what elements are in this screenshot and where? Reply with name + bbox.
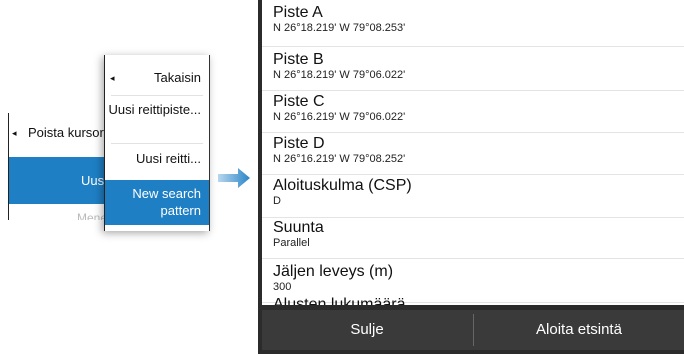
button-bar: Sulje Aloita etsintä xyxy=(262,310,684,350)
right-arrow-icon xyxy=(218,168,250,188)
back-arrow-icon: ◂ xyxy=(110,73,115,83)
start-search-button[interactable]: Aloita etsintä xyxy=(474,310,684,350)
new-item-selected[interactable]: Uusi xyxy=(9,157,119,204)
divider xyxy=(111,95,203,96)
context-menu-back: ◂ Poista kursori Uusi Mene xyxy=(8,113,119,220)
list-item[interactable]: Piste B N 26°18.219' W 79°06.022' xyxy=(262,51,684,91)
close-button[interactable]: Sulje xyxy=(262,310,472,350)
new-waypoint-item[interactable]: Uusi reittipiste... xyxy=(105,101,209,137)
remove-cursor-item[interactable]: ◂ Poista kursori xyxy=(9,113,119,153)
list-item[interactable]: Piste A N 26°18.219' W 79°08.253' xyxy=(262,4,684,47)
divider xyxy=(111,143,203,144)
settings-list: Piste A N 26°18.219' W 79°08.253' Piste … xyxy=(262,0,684,305)
list-item[interactable]: Piste C N 26°16.219' W 79°06.022' xyxy=(262,93,684,133)
search-pattern-panel: Piste A N 26°18.219' W 79°08.253' Piste … xyxy=(258,0,684,354)
goto-item[interactable]: Mene xyxy=(9,208,119,220)
back-item[interactable]: ◂ Takaisin xyxy=(105,67,209,89)
list-item[interactable]: Aloituskulma (CSP) D xyxy=(262,177,684,218)
list-item[interactable]: Alusten lukumäärä xyxy=(262,296,684,305)
new-route-item[interactable]: Uusi reitti... xyxy=(105,149,209,169)
list-item[interactable]: Piste D N 26°16.219' W 79°08.252' xyxy=(262,135,684,175)
new-search-pattern-item[interactable]: New search pattern xyxy=(105,180,209,225)
back-arrow-icon: ◂ xyxy=(12,128,17,138)
list-item[interactable]: Suunta Parallel xyxy=(262,219,684,259)
new-submenu: ◂ Takaisin Uusi reittipiste... Uusi reit… xyxy=(104,55,210,231)
